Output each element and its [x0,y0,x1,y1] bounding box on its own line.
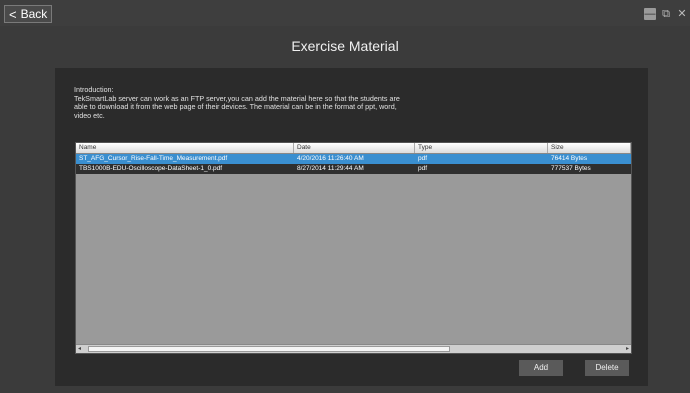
scroll-right-icon[interactable]: ▸ [626,345,629,353]
file-name-cell: TBS1000B-EDU-Oscilloscope-DataSheet-1_0.… [79,165,223,172]
column-header-date[interactable]: Date [294,143,415,153]
title-bar: < Back — ⧉ ✕ [0,0,690,26]
back-button[interactable]: < Back [4,5,53,23]
intro-line: able to download it from the web page of… [74,102,397,112]
column-header-name[interactable]: Name [76,143,294,153]
table-row[interactable]: ST_AFG_Cursor_Rise-Fall-Time_Measurement… [76,154,631,164]
file-date-cell: 4/20/2016 11:26:40 AM [297,155,364,162]
minimize-icon[interactable]: — [644,8,656,20]
table-header: Name Date Type Size [76,143,631,154]
delete-button[interactable]: Delete [585,360,629,376]
material-table: Name Date Type Size ST_AFG_Cursor_Rise-F… [75,142,632,354]
file-date-cell: 8/27/2014 11:29:44 AM [297,165,364,172]
horizontal-scrollbar[interactable]: ◂ ▸ [76,344,631,353]
file-type-cell: pdf [418,155,428,162]
add-button[interactable]: Add [519,360,563,376]
file-name-cell: ST_AFG_Cursor_Rise-Fall-Time_Measurement… [79,155,228,162]
scrollbar-thumb[interactable] [88,346,450,352]
file-type-cell: pdf [418,165,428,172]
restore-icon[interactable]: ⧉ [660,8,672,20]
page-title: Exercise Material [291,38,399,54]
column-header-type[interactable]: Type [415,143,548,153]
close-icon[interactable]: ✕ [676,8,688,20]
file-size-cell: 76414 Bytes [551,155,588,162]
file-size-cell: 777537 Bytes [551,165,591,172]
back-label: Back [20,7,48,21]
scroll-left-icon[interactable]: ◂ [78,345,81,353]
column-header-size[interactable]: Size [548,143,631,153]
introduction-text: Introduction: TekSmartLab server can wor… [74,85,454,120]
intro-line: video etc. [74,110,105,120]
chevron-left-icon: < [9,6,17,22]
table-row[interactable]: TBS1000B-EDU-Oscilloscope-DataSheet-1_0.… [76,164,631,174]
